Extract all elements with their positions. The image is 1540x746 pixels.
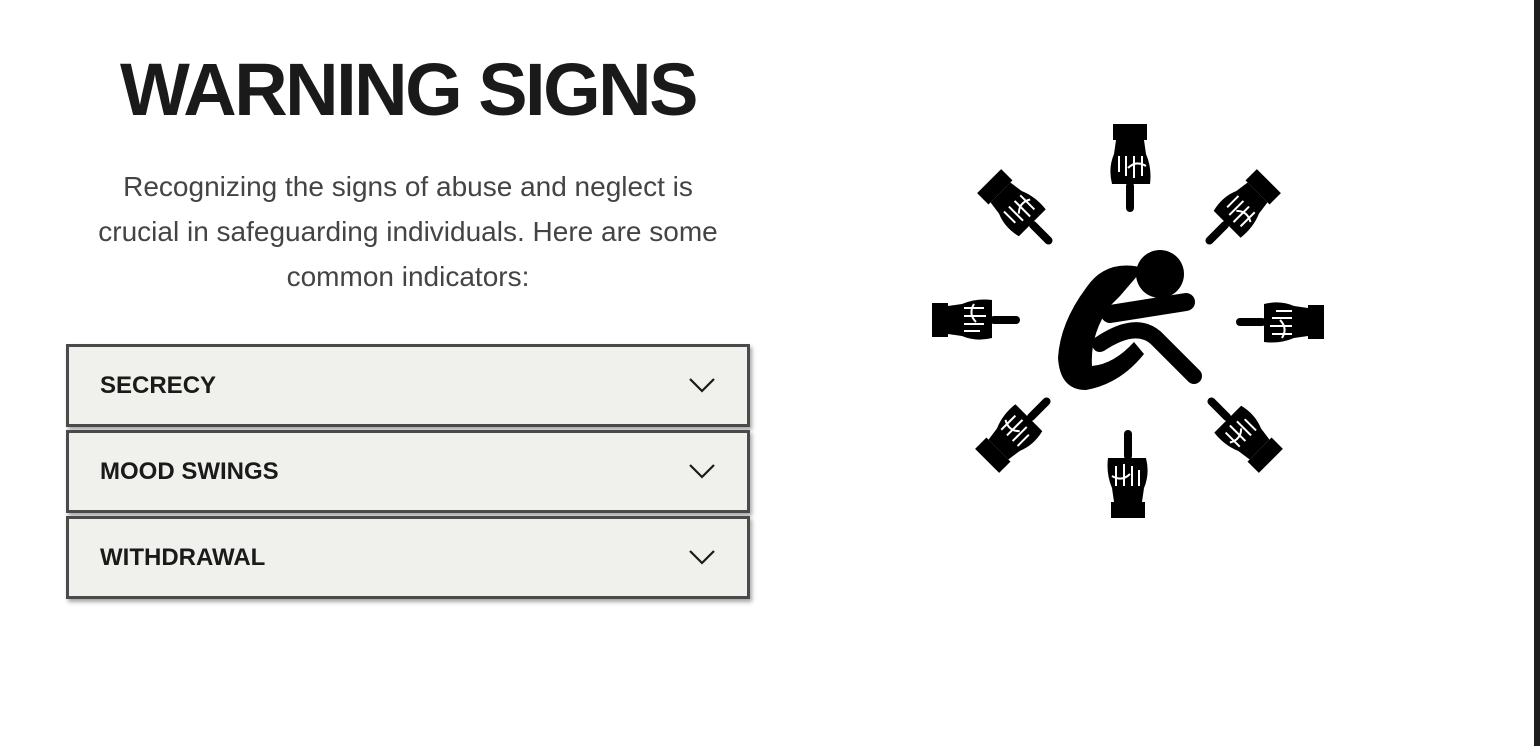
pointing-hand-bottom-right-icon bbox=[1193, 383, 1286, 477]
pointing-hand-top-right-icon bbox=[1191, 166, 1285, 259]
accordion-item-secrecy[interactable]: SECRECY bbox=[66, 344, 750, 427]
pointing-hand-right-icon bbox=[1235, 301, 1325, 344]
accordion-item-label: MOOD SWINGS bbox=[100, 458, 279, 485]
chevron-down-icon bbox=[689, 550, 715, 565]
pointing-hand-top-icon bbox=[1109, 123, 1152, 213]
pointing-hand-bottom-icon bbox=[1106, 429, 1149, 519]
pointing-hand-top-left-icon bbox=[974, 165, 1067, 259]
pointing-hand-left-icon bbox=[931, 298, 1021, 341]
chevron-down-icon bbox=[689, 378, 715, 393]
person-surrounded-by-pointing-hands-icon bbox=[931, 123, 1325, 519]
accordion-item-label: WITHDRAWAL bbox=[100, 544, 266, 571]
accordion-item-withdrawal[interactable]: WITHDRAWAL bbox=[66, 516, 750, 599]
chevron-down-icon bbox=[689, 464, 715, 479]
page: WARNING SIGNS Recognizing the signs of a… bbox=[0, 0, 1540, 746]
page-title: WARNING SIGNS bbox=[120, 48, 698, 131]
crouching-person-icon bbox=[1058, 250, 1202, 390]
warning-signs-accordion: SECRECY MOOD SWINGS WITHDRAWAL bbox=[66, 344, 750, 602]
accordion-item-mood-swings[interactable]: MOOD SWINGS bbox=[66, 430, 750, 513]
accordion-item-label: SECRECY bbox=[100, 372, 217, 399]
scrollbar-edge bbox=[1534, 0, 1540, 746]
pointing-hand-bottom-left-icon bbox=[971, 383, 1065, 476]
intro-paragraph: Recognizing the signs of abuse and negle… bbox=[98, 171, 718, 292]
